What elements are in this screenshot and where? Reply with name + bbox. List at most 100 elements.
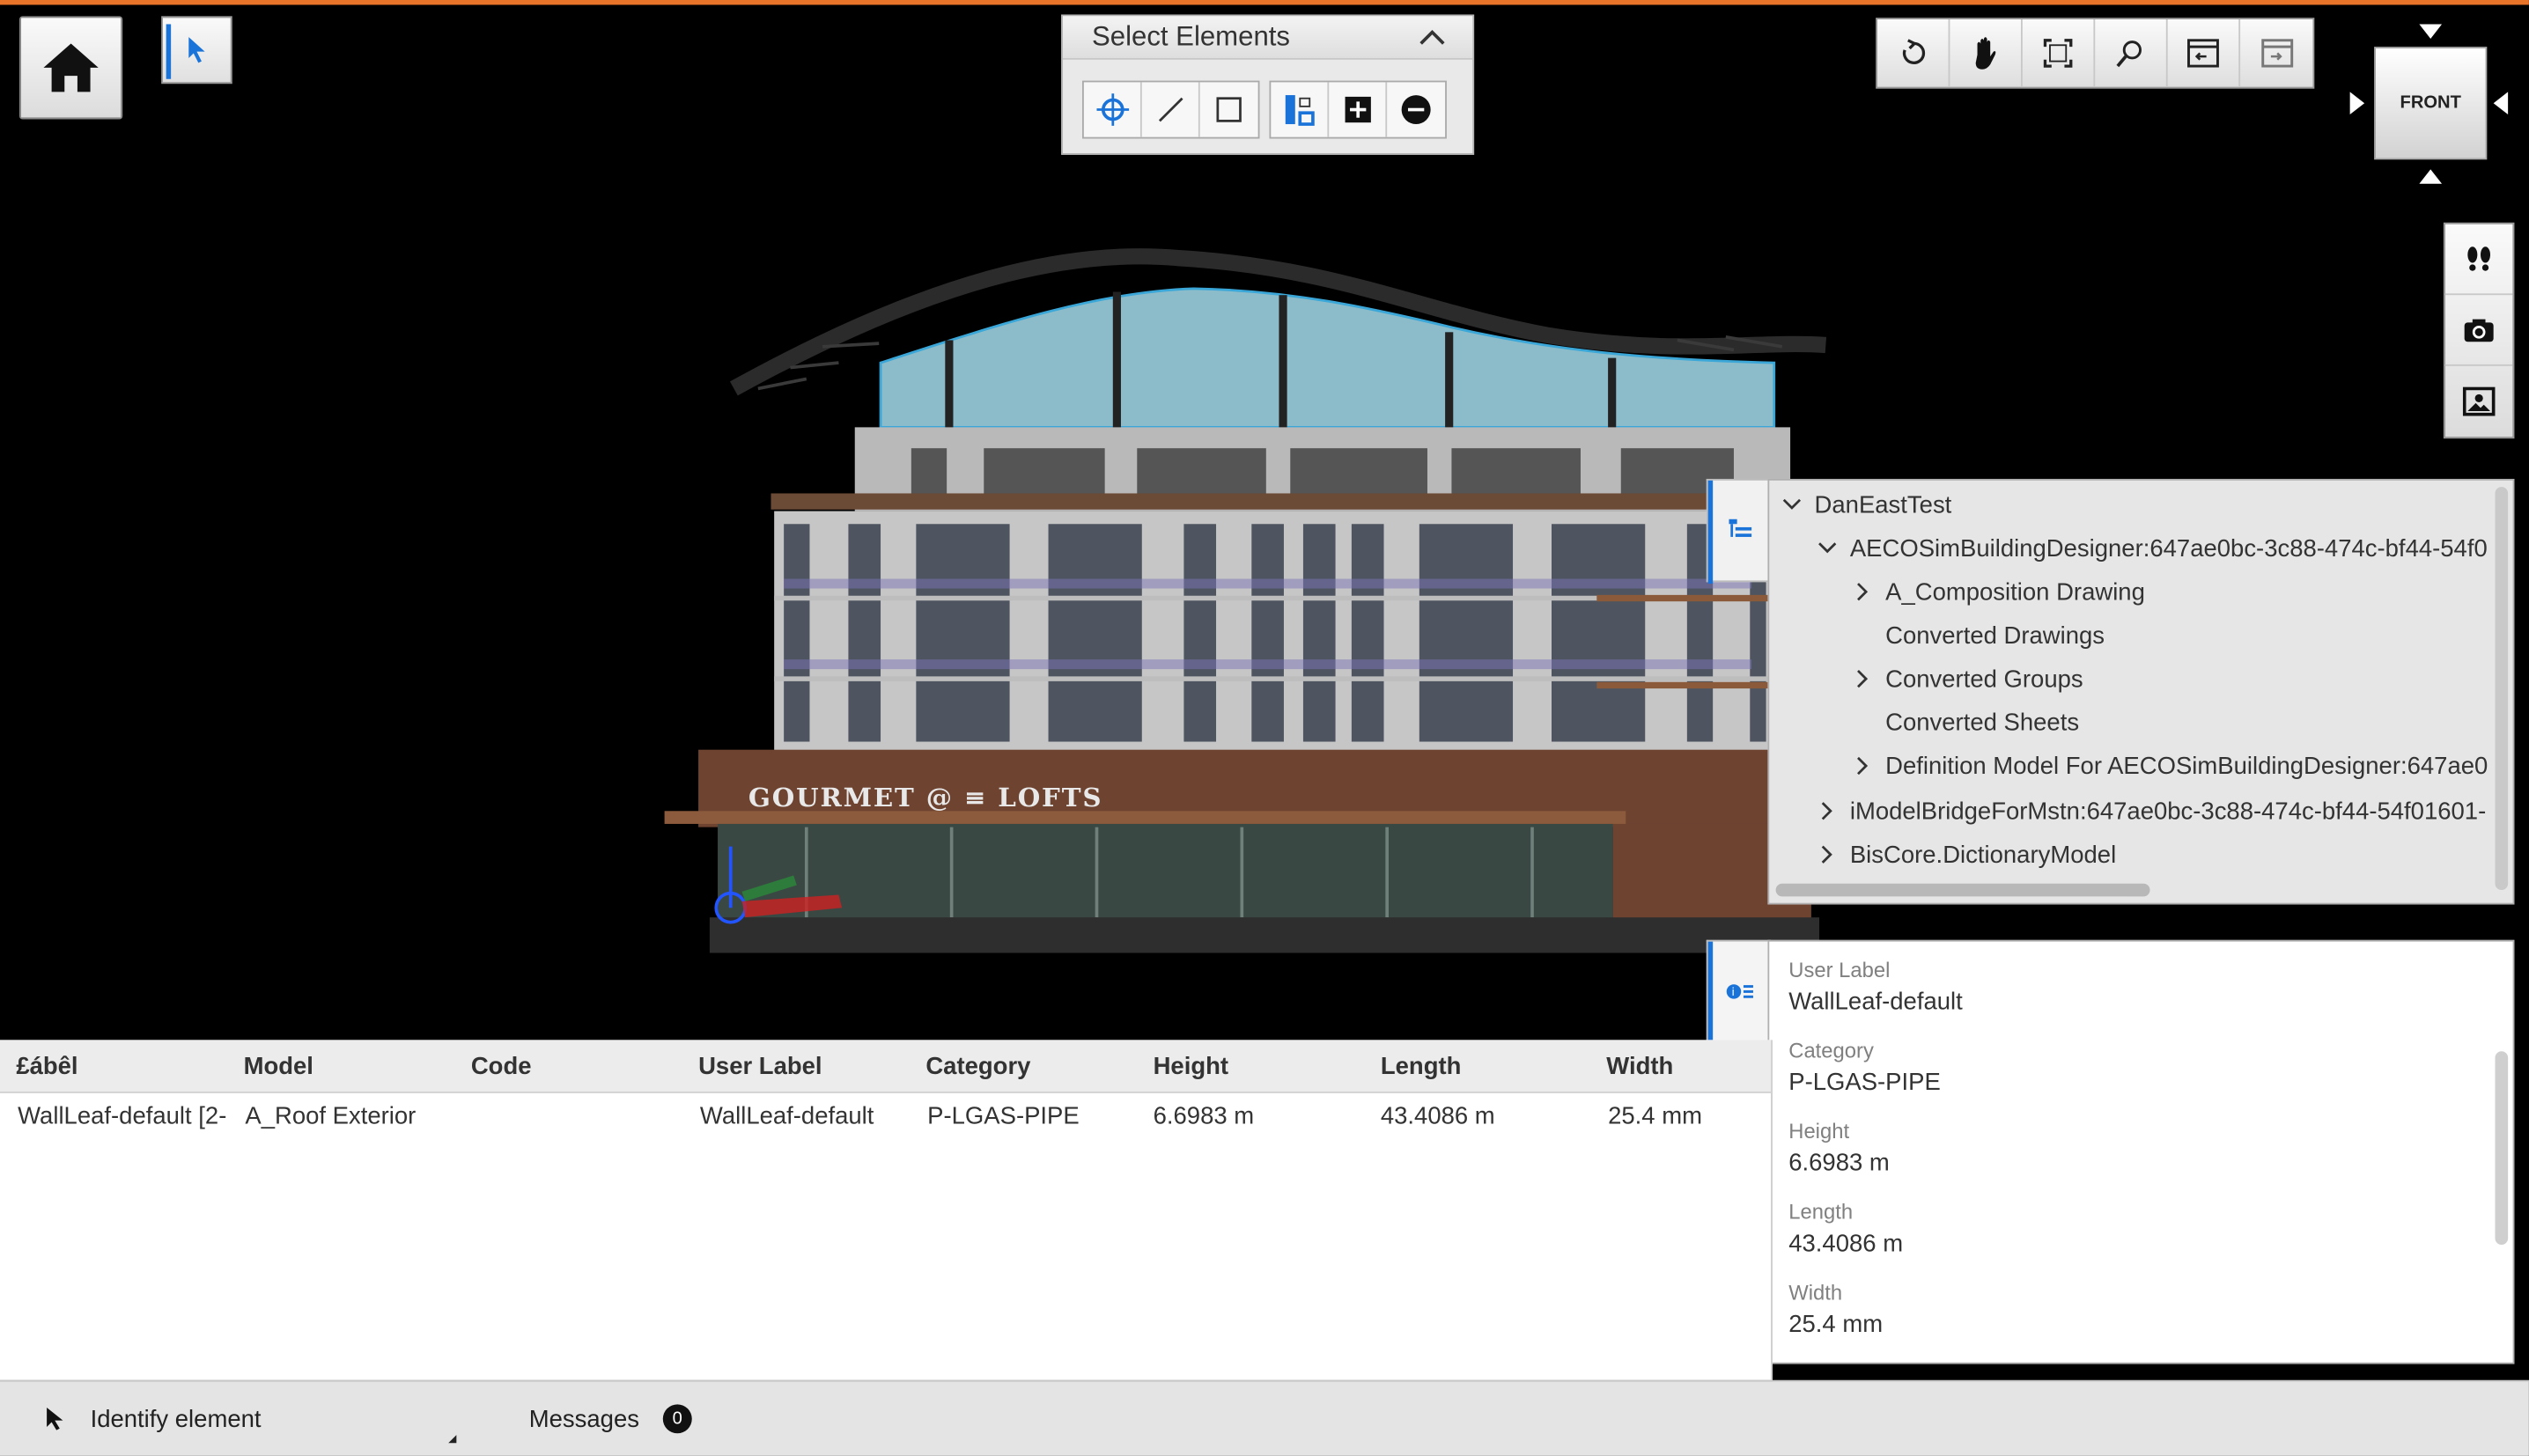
cube-front-face[interactable]: FRONT	[2374, 47, 2488, 160]
column-header[interactable]: £ábêl	[16, 1053, 77, 1080]
messages-button[interactable]: Messages	[529, 1406, 639, 1433]
view-redo-button[interactable]	[2240, 19, 2312, 87]
column-header[interactable]: Model	[244, 1053, 313, 1080]
box-method-button[interactable]	[1200, 82, 1258, 136]
property-scrollbar[interactable]	[2495, 1051, 2509, 1245]
hand-icon	[1975, 37, 1996, 70]
table-header: £ábêl Model Code User Label Category Hei…	[0, 1040, 1772, 1093]
chevron-down-icon[interactable]	[1779, 498, 1804, 511]
tree-node-label: BisCore.DictionaryModel	[1849, 841, 2117, 869]
cube-arrow-down-icon[interactable]	[2419, 169, 2443, 184]
chevron-right-icon[interactable]	[1815, 845, 1840, 864]
status-bar: Identify element Messages 0	[0, 1379, 2529, 1456]
chevron-right-icon[interactable]	[1850, 669, 1876, 688]
model-tree-panel: DanEastTest AECOSimBuildingDesigner:647a…	[1767, 478, 2515, 905]
window-area-button[interactable]	[2095, 18, 2168, 87]
tree-node[interactable]: iModelBridgeForMstn:647ae0bc-3c88-474c-b…	[1815, 790, 2487, 832]
tree-node[interactable]: BisCore.DictionaryModel	[1815, 834, 2117, 876]
tree-node[interactable]: A_Composition Drawing	[1850, 570, 2145, 613]
model-tree-tab[interactable]	[1706, 478, 1772, 585]
property-label: Length	[1788, 1199, 1854, 1224]
navigation-cube: FRONT	[2345, 18, 2512, 185]
tree-node[interactable]: DanEastTest	[1779, 483, 1951, 526]
property-label: Width	[1788, 1280, 1843, 1305]
save-image-button[interactable]	[2445, 366, 2513, 438]
pick-method-button[interactable]	[1084, 82, 1142, 137]
chevron-down-icon[interactable]	[1815, 541, 1840, 555]
column-header[interactable]: User Label	[698, 1053, 822, 1080]
tree-node[interactable]: Converted Groups	[1850, 658, 2083, 700]
table-cell: 6.6983 m	[1153, 1102, 1255, 1130]
chevron-up-icon[interactable]	[1418, 27, 1447, 47]
view-navigation-toolbar	[1876, 18, 2315, 89]
cube-arrow-right-icon[interactable]	[2493, 92, 2509, 115]
view-undo-button[interactable]	[2168, 18, 2241, 87]
replace-mode-button[interactable]	[1271, 82, 1330, 137]
property-label: Category	[1788, 1038, 1874, 1063]
chevron-right-icon[interactable]	[1815, 801, 1840, 820]
cube-arrow-left-icon[interactable]	[2349, 92, 2365, 115]
selection-method-group	[1082, 80, 1260, 139]
property-user-label: User Label WallLeaf-default	[1788, 958, 1963, 1016]
property-label: User Label	[1788, 957, 1891, 982]
select-elements-title: Select Elements	[1091, 20, 1290, 52]
tree-vertical-scrollbar[interactable]	[2495, 487, 2509, 891]
select-tool-button[interactable]	[161, 16, 232, 85]
walk-button[interactable]	[2444, 224, 2513, 296]
pan-button[interactable]	[1950, 18, 2023, 87]
tree-node-label: A_Composition Drawing	[1885, 577, 2145, 606]
cube-arrow-up-icon[interactable]	[2419, 24, 2443, 39]
rectangle-icon	[1216, 97, 1242, 122]
svg-text:i: i	[1730, 986, 1734, 999]
tree-node-label: Converted Drawings	[1885, 621, 2105, 650]
resize-grip-icon	[448, 1435, 457, 1444]
properties-tab[interactable]: i	[1706, 939, 1772, 1045]
messages-count-badge[interactable]: 0	[662, 1404, 692, 1434]
column-header[interactable]: Width	[1606, 1053, 1673, 1080]
cursor-arrow-icon	[188, 37, 205, 63]
tree-node-label: iModelBridgeForMstn:647ae0bc-3c88-474c-b…	[1849, 797, 2487, 825]
select-elements-header[interactable]: Select Elements	[1063, 16, 1473, 60]
selection-mode-group	[1269, 80, 1447, 139]
properties-icon: i	[1725, 984, 1753, 999]
tree-horizontal-scrollbar[interactable]	[1775, 883, 2150, 897]
column-header[interactable]: Category	[925, 1053, 1030, 1080]
view-undo-icon	[2187, 39, 2219, 68]
table-cell: 25.4 mm	[1608, 1102, 1702, 1130]
table-cell: 43.4086 m	[1380, 1102, 1495, 1130]
add-mode-button[interactable]	[1329, 82, 1388, 137]
column-header[interactable]: Code	[471, 1053, 532, 1080]
fit-view-button[interactable]	[2023, 18, 2096, 87]
fit-view-icon	[2043, 39, 2073, 68]
tree-node[interactable]: Converted Drawings	[1885, 614, 2105, 657]
camera-icon	[2464, 318, 2494, 342]
tree-node-label: Definition Model For AECOSimBuildingDesi…	[1885, 752, 2488, 780]
rotate-icon	[1902, 39, 1926, 64]
home-button[interactable]	[18, 16, 123, 120]
remove-mode-button[interactable]	[1387, 82, 1445, 136]
rotate-button[interactable]	[1877, 18, 1950, 87]
tree-list-icon	[1728, 518, 1751, 537]
svg-text:GOURMET @ ≡ LOFTS: GOURMET @ ≡ LOFTS	[748, 782, 1102, 813]
image-icon	[2462, 386, 2496, 416]
property-length: Length 43.4086 m	[1788, 1200, 1903, 1258]
view-redo-icon	[2260, 39, 2293, 68]
property-category: Category P-LGAS-PIPE	[1788, 1039, 1941, 1097]
camera-button[interactable]	[2444, 295, 2513, 366]
line-method-button[interactable]	[1142, 82, 1200, 137]
property-value: WallLeaf-default	[1788, 988, 1963, 1016]
cursor-arrow-icon	[47, 1407, 63, 1430]
property-label: Height	[1788, 1119, 1850, 1143]
table-cell: WallLeaf-default	[699, 1102, 874, 1130]
app-window: GOURMET @ ≡ LOFTS Select Elements FRONT …	[0, 0, 2529, 1456]
zoom-window-icon	[2116, 40, 2142, 68]
chevron-right-icon[interactable]	[1850, 756, 1876, 776]
column-header[interactable]: Length	[1381, 1053, 1462, 1080]
column-header[interactable]: Height	[1154, 1053, 1228, 1080]
table-cell: P-LGAS-PIPE	[927, 1102, 1080, 1130]
chevron-right-icon[interactable]	[1850, 582, 1876, 601]
tree-node[interactable]: AECOSimBuildingDesigner:647ae0bc-3c88-47…	[1815, 527, 2488, 570]
tree-node[interactable]: Converted Sheets	[1885, 702, 2079, 744]
tree-node[interactable]: Definition Model For AECOSimBuildingDesi…	[1850, 745, 2488, 787]
home-icon	[43, 43, 99, 92]
